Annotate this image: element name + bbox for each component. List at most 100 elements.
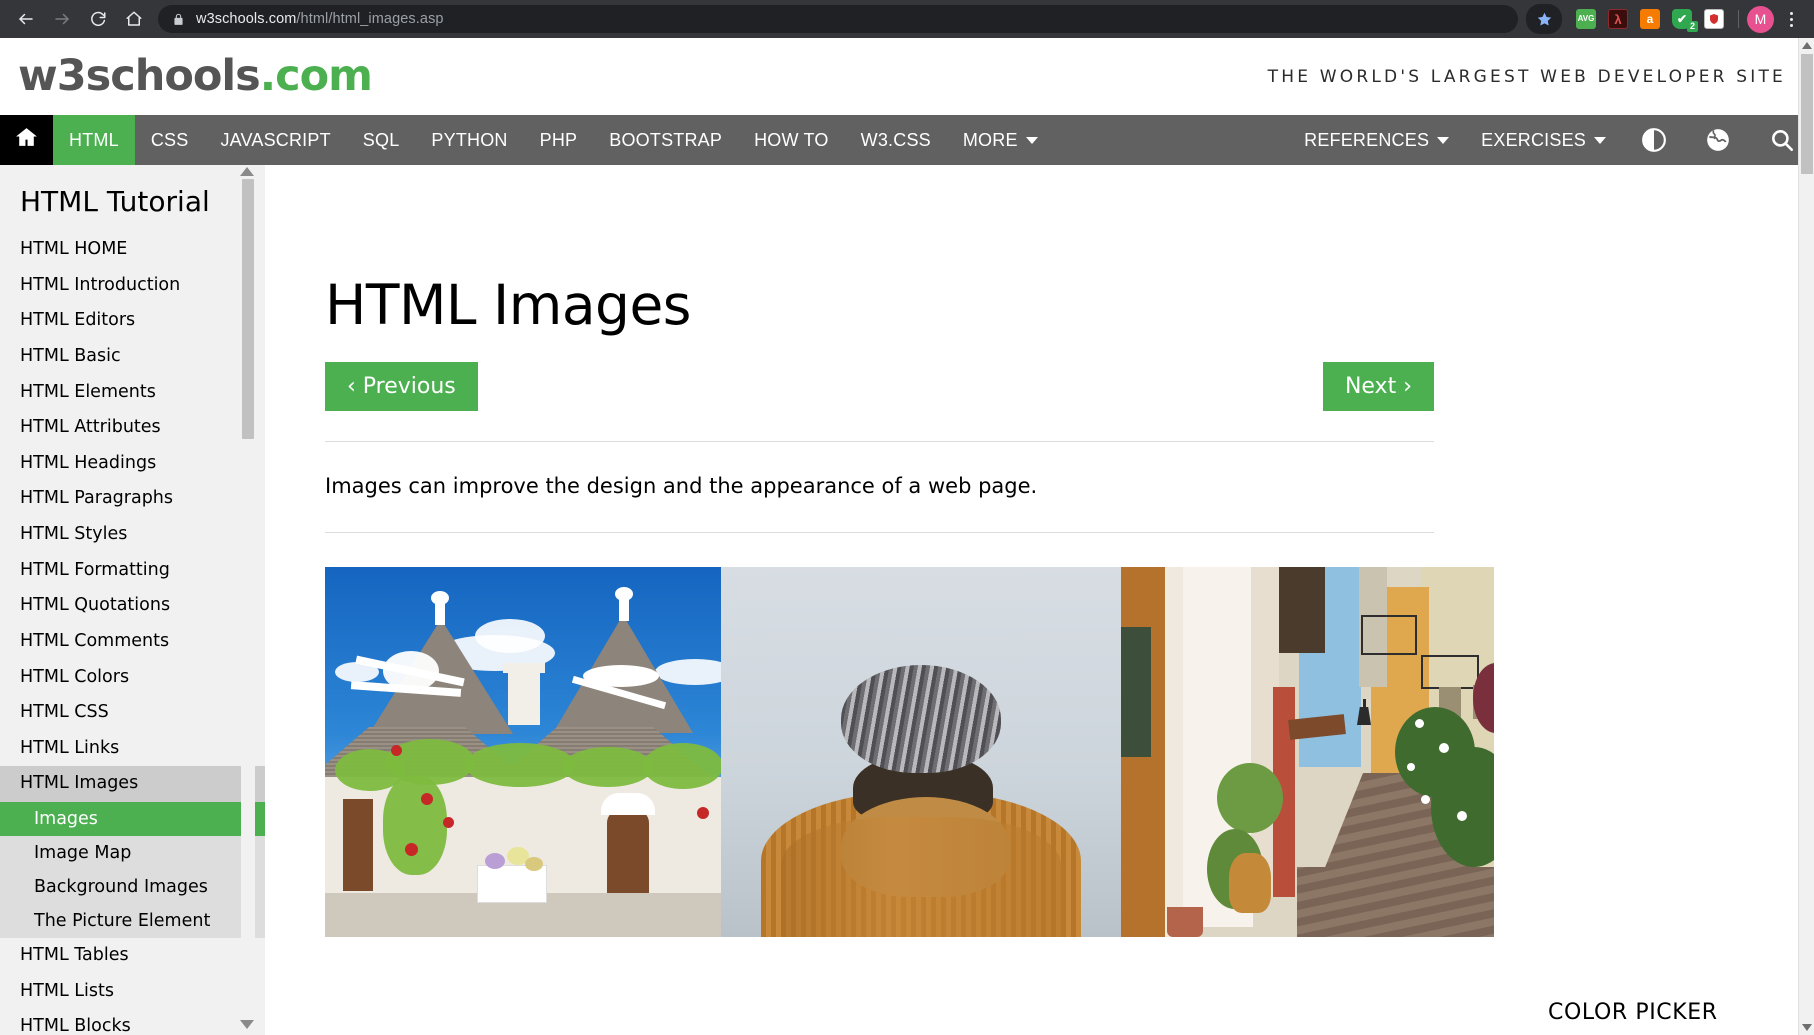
- sidebar-subitem-background-images[interactable]: Background Images: [0, 870, 265, 904]
- url-text: w3schools.com/html/html_images.asp: [196, 11, 444, 27]
- right-sidebar: COLOR PICKER: [1494, 165, 1814, 1035]
- nav-home-button[interactable]: [0, 115, 53, 165]
- sidebar-item-html-paragraphs[interactable]: HTML Paragraphs: [0, 481, 265, 517]
- nav-label: SQL: [362, 129, 400, 150]
- sidebar-subsection: Images Image Map Background Images The P…: [0, 802, 265, 938]
- site-logo[interactable]: w3schools.com: [18, 55, 373, 98]
- sidebar-item-html-attributes[interactable]: HTML Attributes: [0, 410, 265, 446]
- sidebar-item-html-basic[interactable]: HTML Basic: [0, 339, 265, 375]
- sidebar-item-html-headings[interactable]: HTML Headings: [0, 446, 265, 482]
- content-area: HTML Images ‹ Previous Next › Images can…: [265, 165, 1517, 1035]
- kebab-menu-icon[interactable]: [1776, 0, 1806, 38]
- avatar[interactable]: M: [1747, 5, 1774, 33]
- nav-label: EXERCISES: [1481, 129, 1586, 150]
- logo-suffix: .com: [259, 51, 373, 101]
- extension-badge-count: 2: [1686, 21, 1698, 32]
- sidebar-item-html-css[interactable]: HTML CSS: [0, 695, 265, 731]
- home-icon: [14, 125, 39, 155]
- example-images-row: [325, 567, 1517, 937]
- sidebar-subitem-the-picture-element[interactable]: The Picture Element: [0, 904, 265, 938]
- adobe-acrobat-extension-icon[interactable]: λ: [1602, 0, 1634, 38]
- pager-row: ‹ Previous Next ›: [325, 361, 1434, 442]
- forward-arrow-icon[interactable]: [44, 1, 80, 37]
- sidebar-item-html-images[interactable]: HTML Images: [0, 766, 265, 802]
- shopping-bag-extension-icon[interactable]: a: [1634, 0, 1666, 38]
- sidebar-item-html-formatting[interactable]: HTML Formatting: [0, 553, 265, 589]
- browser-toolbar: w3schools.com/html/html_images.asp AVG λ…: [0, 0, 1814, 38]
- sidebar-item-html-introduction[interactable]: HTML Introduction: [0, 268, 265, 304]
- nav-label: W3.CSS: [860, 129, 931, 150]
- sidebar-item-html-colors[interactable]: HTML Colors: [0, 660, 265, 696]
- browser-actions: AVG λ a ✔ 2 M: [1526, 0, 1806, 38]
- page-scroll-up-icon[interactable]: [1802, 42, 1812, 49]
- nav-item-references[interactable]: REFERENCES: [1288, 115, 1465, 165]
- page-body: HTML Tutorial HTML HOME HTML Introductio…: [0, 165, 1814, 1035]
- shield-extension-icon[interactable]: [1698, 0, 1730, 38]
- nav-label: PHP: [539, 129, 578, 150]
- nav-item-php[interactable]: PHP: [524, 115, 594, 165]
- sidebar-item-html-tables[interactable]: HTML Tables: [0, 938, 265, 974]
- dark-mode-toggle-icon[interactable]: [1622, 115, 1686, 165]
- sidebar-subitem-images[interactable]: Images: [0, 802, 265, 836]
- nav-label: JAVASCRIPT: [220, 129, 331, 150]
- nav-item-more[interactable]: MORE: [947, 115, 1054, 165]
- main-navigation: HTML CSS JAVASCRIPT SQL PYTHON PHP BOOTS…: [0, 115, 1814, 165]
- nav-item-w3css[interactable]: W3.CSS: [845, 115, 947, 165]
- nav-label: CSS: [150, 129, 189, 150]
- trulli-houses-image[interactable]: [325, 567, 721, 937]
- previous-button[interactable]: ‹ Previous: [325, 361, 478, 411]
- reload-icon[interactable]: [80, 1, 116, 37]
- sidebar-item-html-comments[interactable]: HTML Comments: [0, 624, 265, 660]
- nav-item-javascript[interactable]: JAVASCRIPT: [204, 115, 346, 165]
- chania-alley-image[interactable]: [1121, 567, 1517, 937]
- sidebar-item-html-elements[interactable]: HTML Elements: [0, 375, 265, 411]
- nav-item-exercises[interactable]: EXERCISES: [1465, 115, 1622, 165]
- chevron-down-icon: [1437, 136, 1450, 144]
- sidebar-item-html-blocks[interactable]: HTML Blocks: [0, 1009, 265, 1035]
- sidebar-item-html-lists[interactable]: HTML Lists: [0, 974, 265, 1010]
- url-path: /html/html_images.asp: [296, 11, 444, 27]
- content-column: HTML Images ‹ Previous Next › Images can…: [265, 165, 1517, 1035]
- nav-item-how-to[interactable]: HOW TO: [738, 115, 845, 165]
- home-icon[interactable]: [116, 1, 152, 37]
- logo-main: w3schools: [18, 51, 261, 101]
- avast-checkmark-extension-icon[interactable]: ✔ 2: [1666, 0, 1698, 38]
- nav-label: MORE: [962, 129, 1018, 150]
- nav-item-html[interactable]: HTML: [53, 115, 135, 165]
- nav-item-css[interactable]: CSS: [135, 115, 205, 165]
- page-scrollbar-track[interactable]: [1798, 38, 1814, 1035]
- nav-item-sql[interactable]: SQL: [347, 115, 416, 165]
- lock-icon: [172, 13, 185, 26]
- sidebar-item-html-links[interactable]: HTML Links: [0, 731, 265, 767]
- avg-extension-icon[interactable]: AVG: [1570, 0, 1602, 38]
- intro-paragraph: Images can improve the design and the ap…: [325, 442, 1434, 533]
- sidebar-scroll-down-icon[interactable]: [240, 1020, 254, 1029]
- translate-globe-icon[interactable]: [1686, 115, 1750, 165]
- toolbar-divider: [1738, 10, 1739, 28]
- page-title: HTML Images: [325, 273, 691, 337]
- page-scroll-down-icon[interactable]: [1802, 1024, 1812, 1031]
- nav-label: REFERENCES: [1304, 129, 1430, 150]
- sidebar-item-html-editors[interactable]: HTML Editors: [0, 303, 265, 339]
- nav-label: BOOTSTRAP: [609, 129, 723, 150]
- bookmark-star-icon[interactable]: [1526, 4, 1562, 34]
- sidebar-title: HTML Tutorial: [20, 185, 210, 218]
- sidebar-scrollbar-thumb[interactable]: [242, 179, 254, 439]
- nav-item-python[interactable]: PYTHON: [415, 115, 523, 165]
- address-bar[interactable]: w3schools.com/html/html_images.asp: [158, 5, 1518, 33]
- next-button[interactable]: Next ›: [1322, 361, 1434, 411]
- chevron-down-icon: [1594, 136, 1606, 144]
- sidebar-subitem-image-map[interactable]: Image Map: [0, 836, 265, 870]
- page-scrollbar-thumb[interactable]: [1801, 54, 1813, 174]
- sidebar-item-html-home[interactable]: HTML HOME: [0, 232, 265, 268]
- back-arrow-icon[interactable]: [8, 1, 44, 37]
- sidebar-item-html-quotations[interactable]: HTML Quotations: [0, 588, 265, 624]
- sidebar-item-html-styles[interactable]: HTML Styles: [0, 517, 265, 553]
- sidebar-scroll-up-icon[interactable]: [240, 167, 254, 176]
- person-in-jacket-image[interactable]: [721, 567, 1121, 937]
- chevron-down-icon: [1025, 136, 1038, 144]
- nav-item-bootstrap[interactable]: BOOTSTRAP: [593, 115, 738, 165]
- color-picker-label[interactable]: COLOR PICKER: [1548, 1000, 1718, 1025]
- nav-spacer: [1054, 115, 1288, 165]
- site-tagline: THE WORLD'S LARGEST WEB DEVELOPER SITE: [1267, 66, 1786, 87]
